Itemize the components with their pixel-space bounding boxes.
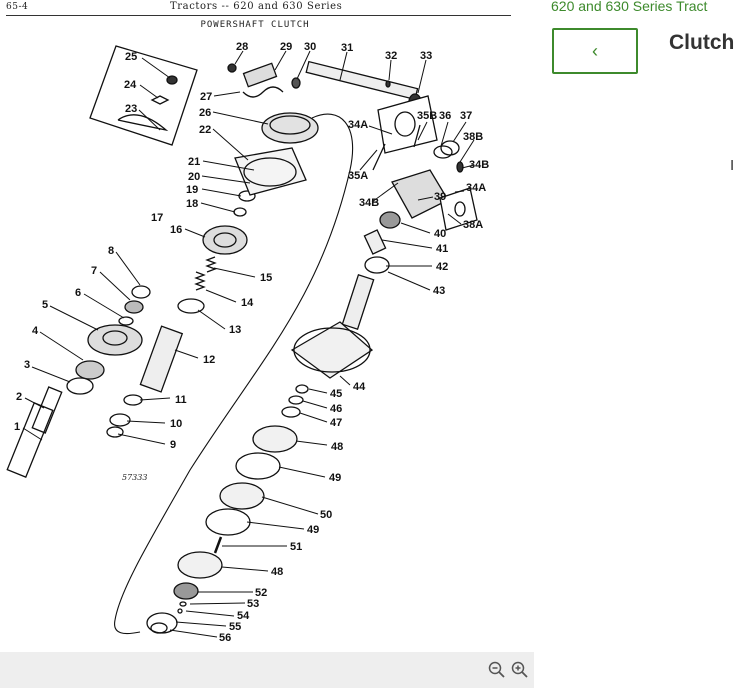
figure-number: 57333	[122, 473, 147, 482]
content-fragment: I	[730, 157, 734, 174]
callout-label: 37	[460, 110, 472, 122]
callout-label: 42	[436, 261, 448, 273]
callout-label: 34A	[466, 182, 486, 194]
callout-label: 48	[331, 441, 343, 453]
callout-label: 38A	[463, 219, 483, 231]
chevron-left-icon: ‹	[592, 40, 598, 61]
callout-label: 30	[304, 41, 316, 53]
callout-label: 28	[236, 41, 248, 53]
callout-label: 18	[186, 198, 198, 210]
callout-label: 31	[341, 42, 353, 54]
callout-label: 15	[260, 272, 272, 284]
callout-label: 23	[125, 103, 137, 115]
callout-label: 1	[14, 421, 20, 433]
callout-label: 8	[108, 245, 114, 257]
callout-label: 7	[91, 265, 97, 277]
callout-label: 6	[75, 287, 81, 299]
callout-label: 51	[290, 541, 302, 553]
callout-label: 46	[330, 403, 342, 415]
callout-label: 16	[170, 224, 182, 236]
callout-label: 21	[188, 156, 200, 168]
callout-label: 22	[199, 124, 211, 136]
callout-label: 2	[16, 391, 22, 403]
callout-label: 40	[434, 228, 446, 240]
callout-label: 26	[199, 107, 211, 119]
callout-label: 56	[219, 632, 231, 644]
callout-label: 27	[200, 91, 212, 103]
callout-label: 35A	[348, 170, 368, 182]
callout-label: 13	[229, 324, 241, 336]
callout-label: 11	[175, 394, 187, 406]
zoom-in-icon[interactable]	[509, 660, 531, 680]
back-button[interactable]: ‹	[552, 28, 638, 74]
callout-label: 48	[271, 566, 283, 578]
callout-label: 14	[241, 297, 254, 309]
callout-label: 3	[24, 359, 30, 371]
callout-label: 53	[247, 598, 259, 610]
callout-label: 43	[433, 285, 445, 297]
viewer-toolbar	[0, 652, 534, 688]
callout-label: 19	[186, 184, 198, 196]
callout-label: 49	[307, 524, 319, 536]
zoom-out-icon[interactable]	[486, 660, 508, 680]
sidebar: 620 and 630 Series Tract ‹ Clutch, I	[534, 0, 734, 688]
callout-label: 39	[434, 191, 446, 203]
callout-label: 41	[436, 243, 448, 255]
callout-label: 33	[420, 50, 432, 62]
callout-label: 5	[42, 299, 48, 311]
callout-label: 50	[320, 509, 332, 521]
breadcrumb[interactable]: 620 and 630 Series Tract	[551, 0, 707, 14]
callout-label: 32	[385, 50, 397, 62]
callout-label: 35B	[417, 110, 437, 122]
callout-label: 34A	[348, 119, 368, 131]
callout-label: 20	[188, 171, 200, 183]
document-viewer: 65-4 Tractors -- 620 and 630 Series POWE…	[0, 0, 534, 652]
callout-label: 29	[280, 41, 292, 53]
exploded-parts-diagram: 1234567891011121314151617181920212223242…	[6, 41, 489, 644]
callout-label: 34B	[359, 197, 379, 209]
callout-label: 12	[203, 354, 215, 366]
callout-label: 36	[439, 110, 451, 122]
callout-label: 49	[329, 472, 341, 484]
page-title: Clutch,	[669, 31, 734, 54]
callout-label: 45	[330, 388, 342, 400]
callout-label: 47	[330, 417, 342, 429]
callout-label: 25	[125, 51, 137, 63]
callout-label: 10	[170, 418, 182, 430]
inset-box	[89, 45, 198, 146]
callout-label: 34B	[469, 159, 489, 171]
callout-label: 4	[32, 325, 39, 337]
callout-label: 24	[124, 79, 137, 91]
callout-label: 44	[353, 381, 366, 393]
callout-label: 17	[151, 212, 163, 224]
callout-label: 38B	[463, 131, 483, 143]
callout-label: 9	[170, 439, 176, 451]
